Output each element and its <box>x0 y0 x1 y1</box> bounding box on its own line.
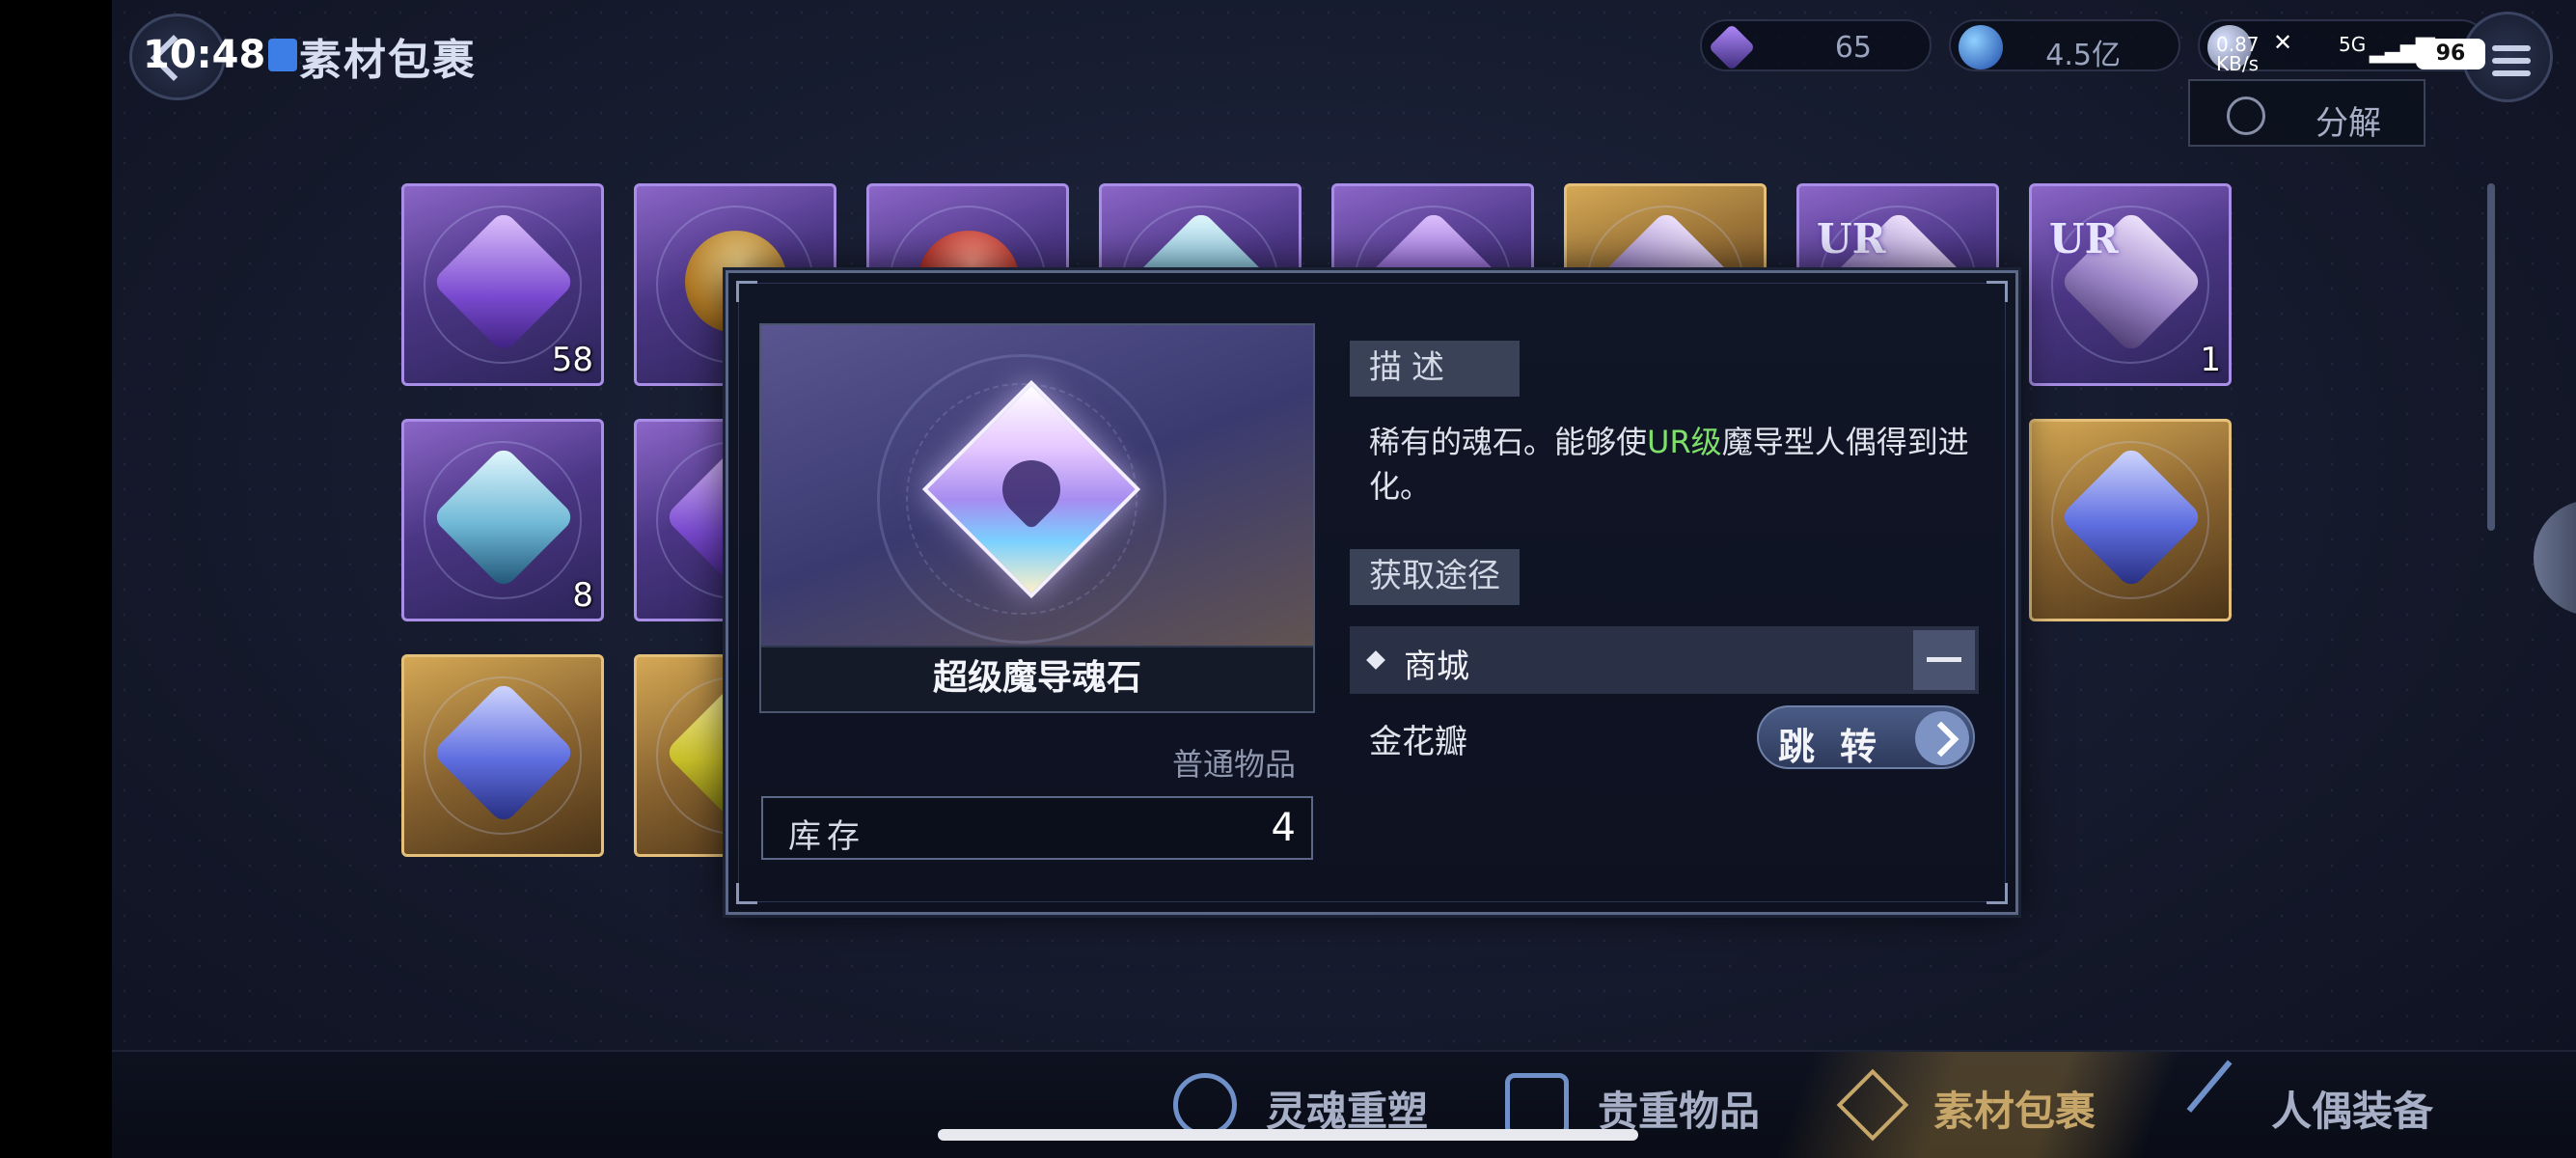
source-item-label: 金花瓣 <box>1369 723 1467 761</box>
frame-corner <box>736 883 757 904</box>
item-slot[interactable]: UR 1 <box>2029 183 2232 386</box>
left-safe-area <box>0 0 112 1158</box>
jump-button[interactable]: 跳转 <box>1757 705 1975 769</box>
planet-icon <box>1959 25 2003 69</box>
signal-label: 5G <box>2339 33 2367 56</box>
decompose-label: 分解 <box>2316 104 2381 143</box>
grid-scrollbar[interactable] <box>2487 183 2495 531</box>
tab-doll-equipment-label: 人偶装备 <box>2271 1088 2434 1135</box>
item-quantity: 8 <box>572 576 593 615</box>
source-header: 获取途径 <box>1350 549 1520 605</box>
collapse-button[interactable] <box>1913 630 1975 690</box>
resource-crystal[interactable]: 65 <box>1700 19 1932 71</box>
mute-icon: ✕ <box>2273 29 2293 56</box>
item-slot[interactable]: 8 <box>401 419 604 621</box>
frame-corner <box>736 281 757 302</box>
item-slot[interactable]: 58 <box>401 183 604 386</box>
menu-icon-line <box>2492 58 2531 64</box>
frame-corner <box>1987 281 2008 302</box>
arrow-right-icon <box>1915 711 1969 765</box>
resource-planet[interactable]: 4.5亿 <box>1949 19 2180 72</box>
rarity-label: UR <box>2049 215 2119 262</box>
description-part: 稀有的魂石。能够使 <box>1369 424 1648 460</box>
decompose-button[interactable]: 分解 <box>2188 79 2425 147</box>
item-slot[interactable] <box>2029 419 2232 621</box>
decompose-icon <box>2227 96 2265 135</box>
stock-label: 库存 <box>788 817 865 856</box>
soul-icon <box>1173 1073 1237 1137</box>
page-title-text: 素材包裹 <box>299 36 477 85</box>
page-title: 素材包裹 <box>266 25 477 87</box>
minus-icon <box>1927 657 1961 662</box>
description-header: 描述 <box>1350 341 1520 397</box>
rarity-label: UR <box>1817 215 1886 262</box>
crystal-icon <box>1708 23 1756 71</box>
description-text: 稀有的魂石。能够使UR级魔导型人偶得到进化。 <box>1369 420 1987 509</box>
battery-indicator: 96 <box>2416 39 2485 69</box>
item-name: 超级魔导魂石 <box>761 646 1313 711</box>
source-group-label: 商城 <box>1404 648 1469 686</box>
item-slot[interactable] <box>401 654 604 857</box>
resource-crystal-value: 65 <box>1834 31 1872 65</box>
item-type: 普通物品 <box>1172 746 1297 783</box>
stock-value: 4 <box>1271 806 1296 850</box>
item-quantity: 1 <box>2200 341 2221 379</box>
item-quantity: 58 <box>551 341 593 379</box>
home-indicator[interactable] <box>938 1129 1638 1141</box>
frame-corner <box>1987 883 2008 904</box>
diamond-bullet-icon <box>1366 650 1385 670</box>
resource-planet-value: 4.5亿 <box>2045 39 2121 72</box>
tab-material-bag-label: 素材包裹 <box>1933 1088 2096 1135</box>
status-time: 10:48 <box>143 33 266 77</box>
stock-box: 库存 4 <box>761 796 1313 860</box>
jump-label: 跳转 <box>1778 726 1903 768</box>
chest-icon <box>1505 1073 1569 1137</box>
menu-icon <box>2492 45 2531 51</box>
description-highlight: UR级 <box>1647 424 1722 460</box>
network-speed: 0.87 KB/s <box>2216 33 2260 75</box>
menu-icon-line <box>2492 70 2531 76</box>
upload-badge-icon <box>268 39 297 71</box>
source-group-shop[interactable]: 商城 <box>1350 626 1979 694</box>
item-detail-dialog: 超级魔导魂石 普通物品 库存 4 描述 稀有的魂石。能够使UR级魔导型人偶得到进… <box>726 270 2018 915</box>
item-preview: 超级魔导魂石 <box>759 323 1315 713</box>
